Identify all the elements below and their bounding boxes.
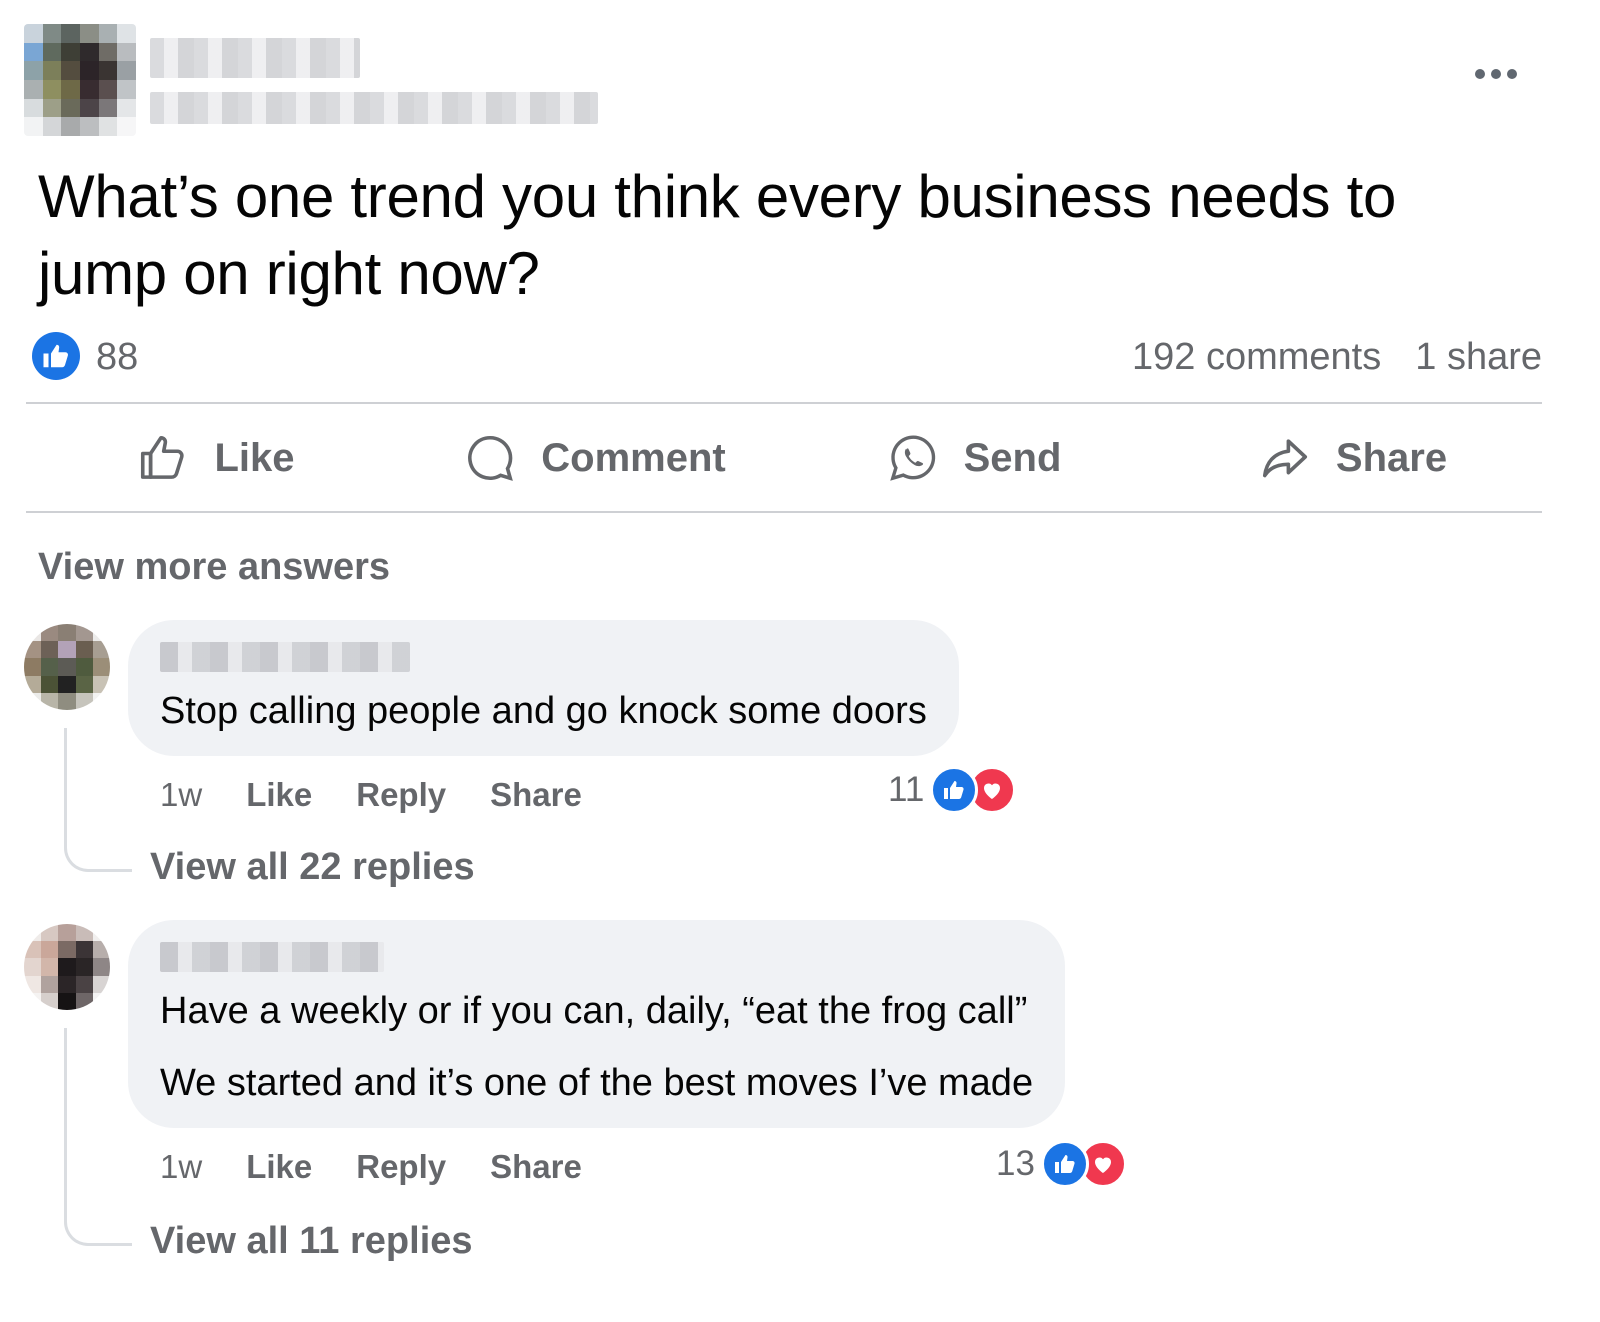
like-reaction-icon[interactable] bbox=[32, 332, 80, 380]
commenter-name-blurred[interactable] bbox=[160, 942, 384, 972]
post-card: What’s one trend you think every busines… bbox=[0, 0, 1600, 1322]
like-count[interactable]: 88 bbox=[96, 336, 138, 379]
view-replies-link[interactable]: View all 11 replies bbox=[150, 1220, 473, 1263]
thread-connector bbox=[64, 1028, 132, 1246]
commenter-avatar[interactable] bbox=[24, 924, 110, 1010]
comment-share-button[interactable]: Share bbox=[490, 1148, 582, 1186]
comment-text: Stop calling people and go knock some do… bbox=[160, 690, 927, 732]
comment: Have a weekly or if you can, daily, “eat… bbox=[0, 920, 1600, 1263]
reaction-count: 13 bbox=[996, 1144, 1035, 1183]
comment-like-button[interactable]: Like bbox=[246, 776, 312, 814]
comment-button[interactable]: Comment bbox=[405, 404, 784, 512]
thread-connector bbox=[64, 728, 132, 872]
comment-meta: 1w Like Reply Share bbox=[160, 1148, 582, 1186]
post-header bbox=[24, 24, 1584, 136]
comment-bubble: Stop calling people and go knock some do… bbox=[128, 620, 959, 756]
comment-like-button[interactable]: Like bbox=[246, 1148, 312, 1186]
comment-share-button[interactable]: Share bbox=[490, 776, 582, 814]
comments-count[interactable]: 192 comments bbox=[1132, 336, 1381, 379]
comment-label: Comment bbox=[541, 435, 726, 480]
post-text: What’s one trend you think every busines… bbox=[38, 163, 1397, 307]
comment-icon bbox=[468, 435, 514, 481]
thumbs-up-icon bbox=[141, 435, 185, 479]
comment-reply-button[interactable]: Reply bbox=[356, 776, 446, 814]
send-button[interactable]: Send bbox=[784, 404, 1163, 512]
post-stats: 88 192 comments 1 share bbox=[32, 330, 1542, 382]
like-reaction-icon bbox=[930, 766, 979, 814]
like-label: Like bbox=[214, 435, 295, 480]
comment-bubble: Have a weekly or if you can, daily, “eat… bbox=[128, 920, 1066, 1128]
share-label: Share bbox=[1335, 435, 1448, 480]
commenter-avatar[interactable] bbox=[24, 624, 110, 710]
commenter-name-blurred[interactable] bbox=[160, 642, 410, 672]
whatsapp-send-icon bbox=[889, 435, 935, 481]
comment-time[interactable]: 1w bbox=[160, 776, 202, 814]
divider bbox=[26, 511, 1542, 513]
reaction-count: 11 bbox=[888, 770, 925, 809]
comment-text: Have a weekly or if you can, daily, “eat… bbox=[160, 990, 1028, 1032]
author-name-blurred[interactable] bbox=[150, 38, 360, 78]
author-avatar[interactable] bbox=[24, 24, 136, 136]
view-replies-link[interactable]: View all 22 replies bbox=[150, 846, 475, 889]
comment-reactions[interactable]: 11 bbox=[888, 766, 1017, 814]
comment-text: We started and it’s one of the best move… bbox=[160, 1062, 1034, 1104]
send-label: Send bbox=[963, 435, 1062, 480]
comment: Stop calling people and go knock some do… bbox=[0, 620, 1600, 890]
like-reaction-icon bbox=[1040, 1140, 1089, 1188]
comment-reply-button[interactable]: Reply bbox=[356, 1148, 446, 1186]
comment-reactions[interactable]: 13 bbox=[996, 1140, 1127, 1188]
share-arrow-icon bbox=[1262, 439, 1307, 478]
view-more-answers-link[interactable]: View more answers bbox=[38, 546, 390, 589]
action-bar: Like Comment Send Share bbox=[26, 404, 1542, 512]
shares-count[interactable]: 1 share bbox=[1415, 336, 1542, 379]
more-options-icon[interactable] bbox=[1468, 60, 1524, 88]
comment-meta: 1w Like Reply Share bbox=[160, 776, 582, 814]
share-button[interactable]: Share bbox=[1163, 404, 1542, 512]
like-button[interactable]: Like bbox=[26, 404, 405, 512]
post-timestamp-blurred[interactable] bbox=[150, 92, 598, 124]
comment-time[interactable]: 1w bbox=[160, 1148, 202, 1186]
